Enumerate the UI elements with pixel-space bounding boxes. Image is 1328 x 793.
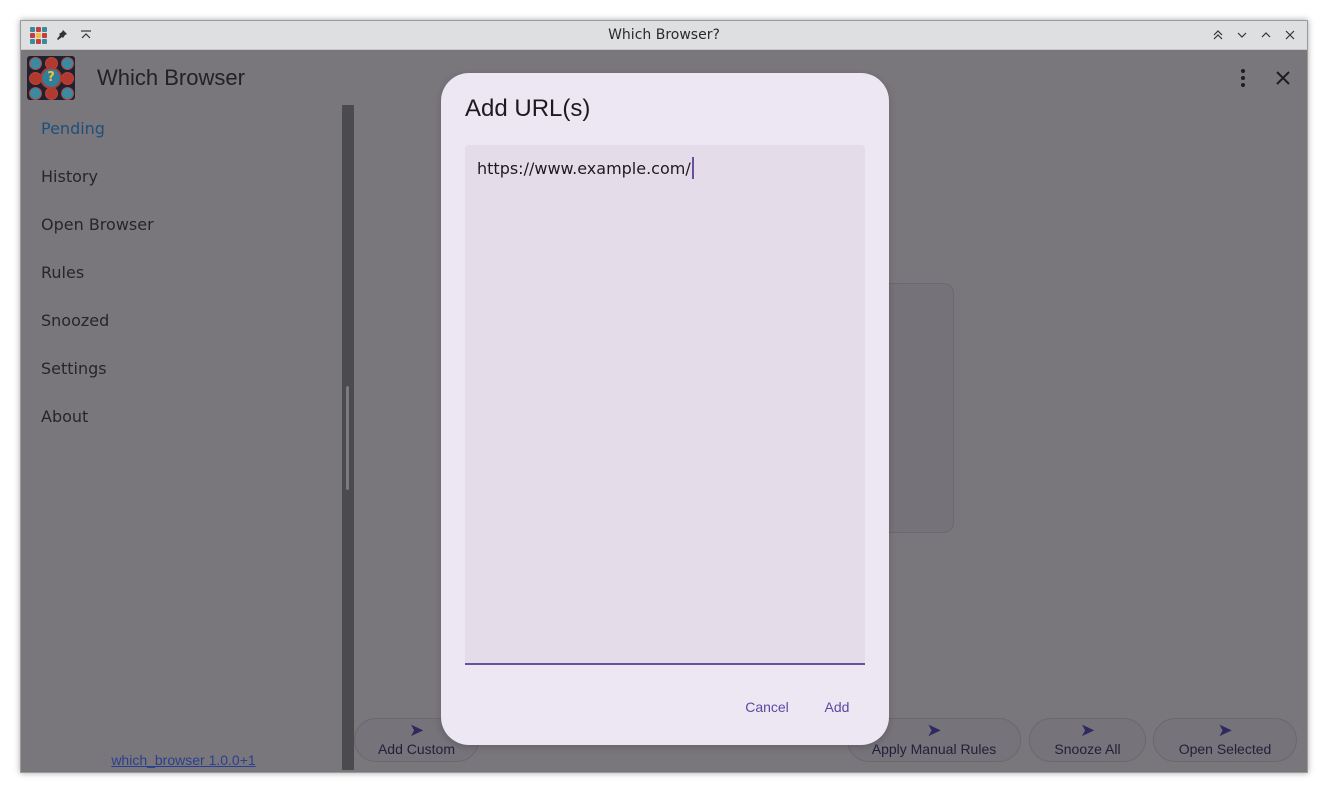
send-icon: ➤ (926, 720, 942, 741)
app-close-icon[interactable] (1269, 64, 1297, 92)
sidebar-item-open-browser[interactable]: Open Browser (25, 201, 342, 249)
text-caret (691, 157, 694, 179)
collapse-icon[interactable] (1209, 26, 1227, 44)
snooze-all-button[interactable]: ➤ Snooze All (1029, 718, 1146, 762)
app-logo: ? (27, 56, 75, 100)
close-icon[interactable] (1281, 26, 1299, 44)
send-icon: ➤ (1079, 720, 1096, 741)
more-vert-icon[interactable] (1229, 64, 1257, 92)
sidebar-item-rules[interactable]: Rules (25, 249, 342, 297)
cancel-button[interactable]: Cancel (739, 693, 795, 721)
version-link[interactable]: which_browser 1.0.0+1 (25, 752, 342, 768)
window-title: Which Browser? (608, 27, 720, 43)
maximize-icon[interactable] (1257, 26, 1275, 44)
sidebar: Pending History Open Browser Rules Snooz… (25, 105, 342, 770)
sidebar-item-settings[interactable]: Settings (25, 345, 342, 393)
open-selected-button[interactable]: ➤ Open Selected (1153, 718, 1297, 762)
send-icon: ➤ (1217, 720, 1233, 741)
add-button[interactable]: Add (819, 693, 855, 721)
background-card (881, 283, 954, 533)
send-icon: ➤ (408, 720, 425, 741)
minimize-icon[interactable] (1233, 26, 1251, 44)
window-titlebar: Which Browser? (21, 21, 1307, 50)
sidebar-item-history[interactable]: History (25, 153, 342, 201)
sidebar-item-pending[interactable]: Pending (25, 105, 342, 153)
sidebar-item-about[interactable]: About (25, 393, 342, 441)
app-window: Which Browser? ? Which Browser Pending H… (20, 20, 1308, 773)
app-title: Which Browser (97, 65, 245, 90)
url-text-area[interactable]: https://www.example.com/ (465, 145, 865, 665)
sidebar-item-snoozed[interactable]: Snoozed (25, 297, 342, 345)
sidebar-scrollbar[interactable] (346, 386, 349, 490)
add-urls-dialog: Add URL(s) https://www.example.com/ Canc… (441, 73, 889, 745)
dialog-title: Add URL(s) (465, 95, 591, 122)
question-mark-icon: ? (40, 67, 62, 89)
url-text-value: https://www.example.com/ (477, 159, 691, 178)
